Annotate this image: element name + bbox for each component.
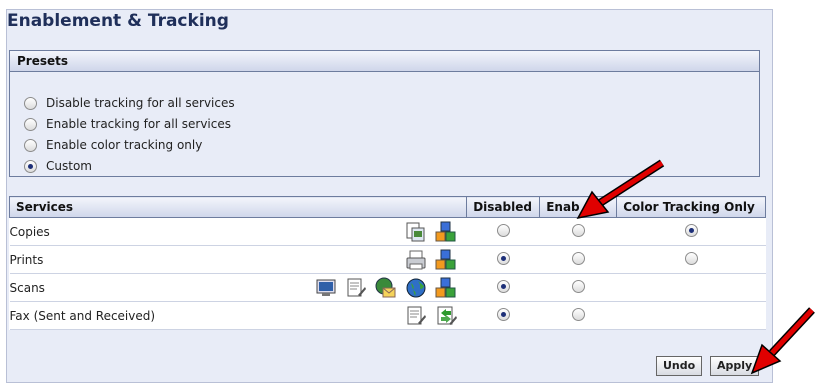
- color-tracking-cell: [616, 273, 766, 302]
- service-name: Fax (Sent and Received): [9, 301, 230, 330]
- disabled-radio[interactable]: [496, 279, 510, 293]
- enabled-radio[interactable]: [571, 251, 585, 265]
- annotation-arrow-apply: [750, 307, 815, 375]
- preset-color-only[interactable]: Enable color tracking only: [24, 137, 202, 153]
- service-icons: [229, 245, 467, 274]
- enabled-cell[interactable]: [539, 273, 617, 302]
- account-cubes-icon: [435, 277, 457, 299]
- enabled-cell[interactable]: [539, 301, 617, 330]
- disabled-column-header: Disabled: [466, 196, 541, 218]
- preset-label: Enable tracking for all services: [46, 117, 231, 131]
- scan-to-web-icon: [405, 277, 427, 299]
- preset-radio[interactable]: [24, 138, 37, 152]
- page-title: Enablement & Tracking: [7, 11, 229, 31]
- preset-disable-all[interactable]: Disable tracking for all services: [24, 95, 235, 111]
- color-tracking-radio[interactable]: [684, 223, 698, 237]
- scan-to-email-icon: [375, 277, 397, 299]
- enabled-radio[interactable]: [571, 279, 585, 293]
- service-name: Scans: [9, 273, 230, 302]
- preset-radio[interactable]: [24, 159, 37, 173]
- fax-document-icon: [405, 305, 427, 327]
- account-cubes-icon: [435, 221, 457, 243]
- preset-custom[interactable]: Custom: [24, 158, 92, 174]
- table-row: Prints: [9, 245, 766, 274]
- annotation-arrow-enabled: [576, 159, 665, 220]
- disabled-cell[interactable]: [466, 273, 540, 302]
- preset-label: Custom: [46, 159, 92, 173]
- scan-to-pc-icon: [315, 277, 337, 299]
- disabled-cell[interactable]: [466, 245, 540, 274]
- service-icons: [229, 301, 467, 330]
- undo-button[interactable]: Undo: [656, 356, 703, 376]
- printer-icon: [405, 249, 427, 271]
- table-row: Fax (Sent and Received): [9, 301, 766, 330]
- service-icons: [229, 217, 467, 246]
- service-name: Copies: [9, 217, 230, 246]
- color-tracking-cell[interactable]: [616, 245, 766, 274]
- color-tracking-radio[interactable]: [684, 251, 698, 265]
- disabled-cell[interactable]: [466, 217, 540, 246]
- enabled-cell[interactable]: [539, 245, 617, 274]
- preset-label: Disable tracking for all services: [46, 96, 235, 110]
- presets-header: Presets: [10, 51, 759, 72]
- copy-scan-icon: [405, 221, 427, 243]
- disabled-radio[interactable]: [496, 307, 510, 321]
- services-column-header: Services: [8, 196, 468, 218]
- account-cubes-icon: [435, 249, 457, 271]
- fax-send-receive-icon: [435, 305, 457, 327]
- service-name: Prints: [9, 245, 230, 274]
- preset-radio[interactable]: [24, 96, 37, 110]
- preset-radio[interactable]: [24, 117, 37, 131]
- scan-document-icon: [345, 277, 367, 299]
- service-icons: [229, 273, 467, 302]
- enabled-radio[interactable]: [571, 223, 585, 237]
- disabled-cell[interactable]: [466, 301, 540, 330]
- disabled-radio[interactable]: [496, 251, 510, 265]
- preset-label: Enable color tracking only: [46, 138, 203, 152]
- table-row: Scans: [9, 273, 766, 302]
- enabled-radio[interactable]: [571, 307, 585, 321]
- disabled-radio[interactable]: [496, 223, 510, 237]
- preset-enable-all[interactable]: Enable tracking for all services: [24, 116, 231, 132]
